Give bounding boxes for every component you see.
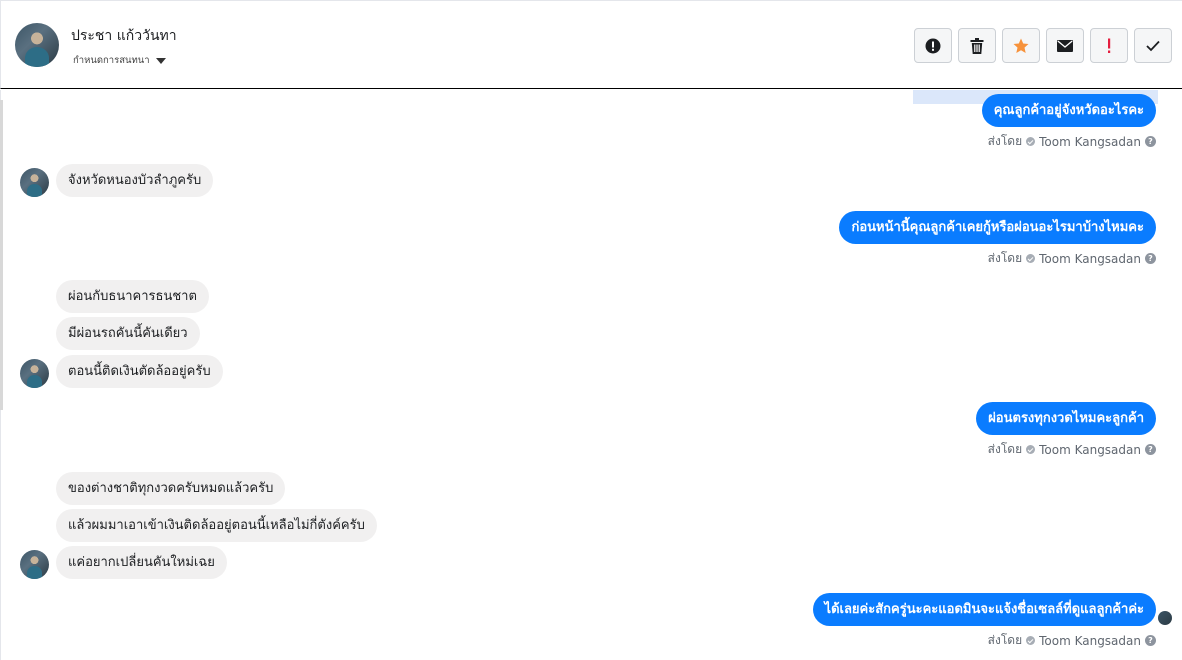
alert-icon — [925, 38, 941, 53]
sent-by-agent[interactable]: Toom Kangsadan — [1039, 634, 1141, 648]
sent-by-prefix: ส่งโดย — [987, 251, 1023, 265]
alert-button[interactable] — [914, 28, 952, 63]
message-bubble-incoming[interactable]: แล้วผมมาเอาเข้าเงินติดล้ออยู่ตอนนี้เหลือ… — [56, 509, 377, 542]
action-toolbar — [914, 28, 1172, 63]
star-icon — [1013, 38, 1029, 53]
sent-by-label: ส่งโดย Toom Kangsadan ? — [988, 249, 1156, 268]
verified-icon — [1026, 137, 1036, 146]
envelope-icon — [1057, 39, 1073, 52]
contact-avatar[interactable] — [15, 23, 59, 67]
sent-by-label: ส่งโดย Toom Kangsadan ? — [988, 132, 1156, 151]
verified-icon — [1026, 636, 1036, 645]
verified-icon — [1026, 254, 1036, 263]
message-bubble-incoming[interactable]: ตอนนี้ติดเงินตัดล้ออยู่ครับ — [56, 355, 223, 388]
message-bubble-incoming[interactable]: มีผ่อนรถคันนี้คันเดียว — [56, 317, 200, 350]
seen-avatar — [1158, 611, 1172, 625]
scrollbar[interactable] — [0, 100, 3, 410]
mark-unread-button[interactable] — [1046, 28, 1084, 63]
sender-avatar[interactable] — [20, 168, 49, 197]
sent-by-prefix: ส่งโดย — [987, 442, 1023, 456]
sent-by-label: ส่งโดย Toom Kangsadan ? — [988, 440, 1156, 459]
message-bubble-incoming[interactable]: ของต่างชาติทุกงวดครับหมดแล้วครับ — [56, 472, 286, 505]
message-bubble-outgoing[interactable]: ผ่อนตรงทุกงวดไหมคะลูกค้า — [976, 402, 1156, 435]
assign-conversation-dropdown[interactable]: กำหนดการสนทนา — [73, 53, 166, 68]
help-icon[interactable]: ? — [1145, 253, 1156, 264]
sender-avatar[interactable] — [20, 550, 49, 579]
sent-by-agent[interactable]: Toom Kangsadan — [1039, 135, 1141, 149]
assign-conversation-label: กำหนดการสนทนา — [73, 55, 150, 66]
message-bubble-outgoing[interactable]: ได้เลยค่ะสักครู่นะคะแอดมินจะแจ้งชื่อเซลล… — [812, 593, 1156, 626]
message-bubble-incoming[interactable]: จังหวัดหนองบัวลำภูครับ — [56, 164, 214, 197]
star-button[interactable] — [1002, 28, 1040, 63]
message-bubble-outgoing[interactable]: คุณลูกค้าอยู่จังหวัดอะไรคะ — [981, 94, 1156, 127]
help-icon[interactable]: ? — [1145, 635, 1156, 646]
message-bubble-outgoing[interactable]: ก่อนหน้านี้คุณลูกค้าเคยกู้หรือผ่อนอะไรมา… — [839, 211, 1156, 244]
check-icon — [1146, 40, 1160, 51]
sent-by-agent[interactable]: Toom Kangsadan — [1039, 252, 1141, 266]
mark-done-button[interactable] — [1134, 28, 1172, 63]
sent-by-prefix: ส่งโดย — [987, 134, 1023, 148]
message-bubble-incoming[interactable]: แค่อยากเปลี่ยนคันใหม่เฉย — [56, 546, 227, 579]
trash-icon — [970, 37, 984, 54]
sender-avatar[interactable] — [20, 359, 49, 388]
contact-name[interactable]: ประชา แก้ววันทา — [71, 25, 177, 47]
sent-by-prefix: ส่งโดย — [987, 633, 1023, 647]
help-icon[interactable]: ? — [1145, 444, 1156, 455]
caret-down-icon — [155, 57, 166, 64]
help-icon[interactable]: ? — [1145, 136, 1156, 147]
delete-button[interactable] — [958, 28, 996, 63]
verified-icon — [1026, 445, 1036, 454]
conversation-header: ประชา แก้ววันทา กำหนดการสนทนา — [0, 0, 1182, 89]
exclamation-icon — [1108, 38, 1111, 53]
message-bubble-incoming[interactable]: ผ่อนกับธนาคารธนชาต — [56, 280, 209, 313]
mark-spam-button[interactable] — [1090, 28, 1128, 63]
sent-by-label: ส่งโดย Toom Kangsadan ? — [988, 631, 1156, 650]
sent-by-agent[interactable]: Toom Kangsadan — [1039, 443, 1141, 457]
